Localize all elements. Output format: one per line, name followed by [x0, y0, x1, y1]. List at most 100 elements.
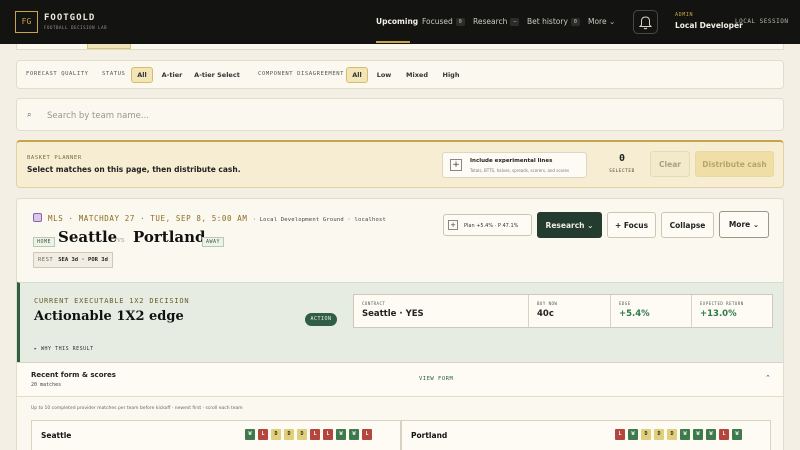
- plus-icon: +: [448, 220, 458, 230]
- brand-name: FOOTGOLD: [44, 13, 96, 23]
- metric-value: +5.4%: [619, 309, 650, 319]
- rest-label: REST: [38, 257, 54, 263]
- rest-value: SEA 3d · POR 3d: [58, 257, 108, 263]
- form-result-pill[interactable]: W: [336, 429, 346, 440]
- add-to-plan-toggle[interactable]: + Plan +5.4% · P 47.1%: [443, 214, 532, 236]
- more-button[interactable]: More ⌄: [719, 211, 769, 238]
- metric-buy-now: BUY NOW 40c: [528, 295, 610, 327]
- decision-metrics: CONTRACT Seattle · YES BUY NOW 40c EDGE …: [353, 294, 773, 328]
- collapse-button[interactable]: Collapse: [661, 212, 714, 238]
- nav-research[interactable]: Research —: [473, 17, 520, 26]
- match-meta: MLS · MATCHDAY 27 · TUE, SEP 8, 5:00 AM …: [48, 214, 386, 223]
- nav-more[interactable]: More ⌄: [588, 17, 615, 26]
- form-result-pill[interactable]: D: [667, 429, 677, 440]
- recent-form-header[interactable]: Recent form & scores 20 matches VIEW FOR…: [17, 362, 783, 397]
- metric-value: Seattle · YES: [362, 309, 424, 319]
- form-result-pill[interactable]: L: [362, 429, 372, 440]
- form-result-pill[interactable]: W: [628, 429, 638, 440]
- form-result-pill[interactable]: L: [310, 429, 320, 440]
- form-result-pill[interactable]: D: [271, 429, 281, 440]
- form-result-pill[interactable]: W: [693, 429, 703, 440]
- form-result-pill[interactable]: D: [284, 429, 294, 440]
- focus-button[interactable]: + Focus: [607, 212, 656, 238]
- search-icon: ⌕: [27, 110, 32, 119]
- metric-edge: EDGE +5.4%: [610, 295, 691, 327]
- form-result-pill[interactable]: W: [732, 429, 742, 440]
- brand-subtitle: FOOTBALL DECISION LAB: [44, 25, 108, 30]
- more-label: More: [728, 220, 751, 229]
- form-result-pill[interactable]: L: [323, 429, 333, 440]
- status-filter-all[interactable]: All: [131, 67, 153, 83]
- home-team-name: Seattle: [58, 228, 118, 246]
- status-label: STATUS: [102, 71, 126, 77]
- form-result-pill[interactable]: W: [349, 429, 359, 440]
- form-result-pill[interactable]: W: [245, 429, 255, 440]
- form-result-pill[interactable]: D: [641, 429, 651, 440]
- session-label: LOCAL SESSION: [735, 18, 789, 25]
- metric-label: EXPECTED RETURN: [700, 301, 744, 306]
- plus-icon: +: [450, 159, 462, 171]
- user-role: ADMIN: [675, 12, 694, 18]
- form-pills: LWDDDWWWLW: [615, 429, 742, 440]
- metric-label: EDGE: [619, 301, 631, 306]
- nav-bet-history[interactable]: Bet history 0: [527, 17, 580, 26]
- nav-research-label: Research: [473, 17, 508, 26]
- action-badge: ACTION: [305, 313, 337, 326]
- vs-label: vs: [117, 236, 125, 244]
- form-result-pill[interactable]: L: [615, 429, 625, 440]
- form-result-pill[interactable]: W: [706, 429, 716, 440]
- notifications-button[interactable]: [633, 10, 658, 34]
- basket-planner: BASKET PLANNER Select matches on this pa…: [16, 140, 784, 188]
- chevron-up-icon[interactable]: ⌃: [765, 374, 771, 382]
- team-form-name: Seattle: [41, 431, 72, 440]
- user-name[interactable]: Local Developer: [675, 21, 743, 30]
- nav-research-count: —: [510, 18, 520, 26]
- disagreement-filter-mixed[interactable]: Mixed: [402, 67, 432, 83]
- disagreement-filter-all[interactable]: All: [346, 67, 368, 83]
- clear-button[interactable]: Clear: [650, 151, 690, 177]
- logo[interactable]: FG: [15, 11, 38, 33]
- metric-value: +13.0%: [700, 309, 737, 319]
- chevron-down-icon: ⌄: [752, 220, 760, 229]
- league-icon: [33, 213, 42, 222]
- view-form-link[interactable]: VIEW FORM: [419, 376, 453, 382]
- decision-label: CURRENT EXECUTABLE 1X2 DECISION: [34, 297, 190, 305]
- metric-label: BUY NOW: [537, 301, 558, 306]
- search-input[interactable]: [47, 108, 747, 123]
- status-filter-a-tier[interactable]: A-tier: [158, 67, 186, 83]
- basket-planner-label: BASKET PLANNER: [27, 155, 82, 161]
- distribute-cash-button[interactable]: Distribute cash: [695, 151, 774, 177]
- disagreement-filter-low[interactable]: Low: [373, 67, 395, 83]
- form-result-pill[interactable]: L: [719, 429, 729, 440]
- home-tag: HOME: [33, 237, 56, 247]
- metric-value: 40c: [537, 309, 554, 319]
- recent-form-title: Recent form & scores: [31, 371, 116, 379]
- forecast-quality-label: FORECAST QUALITY: [26, 71, 89, 77]
- chevron-down-icon: ⌄: [608, 17, 616, 26]
- form-result-pill[interactable]: L: [258, 429, 268, 440]
- disagreement-filter-high[interactable]: High: [438, 67, 464, 83]
- research-button[interactable]: Research ⌄: [537, 212, 602, 238]
- nav-focused-count: 0: [455, 18, 465, 26]
- basket-planner-instructions: Select matches on this page, then distri…: [27, 165, 241, 174]
- form-result-pill[interactable]: D: [654, 429, 664, 440]
- form-result-pill[interactable]: D: [297, 429, 307, 440]
- form-result-pill[interactable]: W: [680, 429, 690, 440]
- top-bar: FG FOOTGOLD FOOTBALL DECISION LAB Upcomi…: [0, 0, 800, 44]
- team-form-name: Portland: [411, 431, 448, 440]
- nav-upcoming[interactable]: Upcoming: [376, 17, 418, 26]
- selected-label: SELECTED: [609, 169, 635, 174]
- bell-icon: [638, 16, 653, 30]
- rest-days: REST SEA 3d · POR 3d: [33, 252, 113, 268]
- scrolled-chip: [87, 44, 131, 49]
- include-experimental-toggle[interactable]: + Include experimental lines Totals, BTT…: [442, 152, 587, 178]
- nav-bet-history-count: 0: [570, 18, 580, 26]
- chevron-down-icon: ⌄: [587, 220, 594, 230]
- status-filter-a-tier-select[interactable]: A-tier Select: [193, 67, 241, 83]
- search-bar: ⌕: [16, 98, 784, 131]
- why-this-result-toggle[interactable]: ▸ WHY THIS RESULT: [34, 346, 94, 352]
- nav-focused[interactable]: Focused 0: [422, 17, 465, 26]
- nav-more-label: More: [588, 17, 607, 26]
- research-label: Research: [545, 220, 585, 230]
- nav-focused-label: Focused: [422, 17, 453, 26]
